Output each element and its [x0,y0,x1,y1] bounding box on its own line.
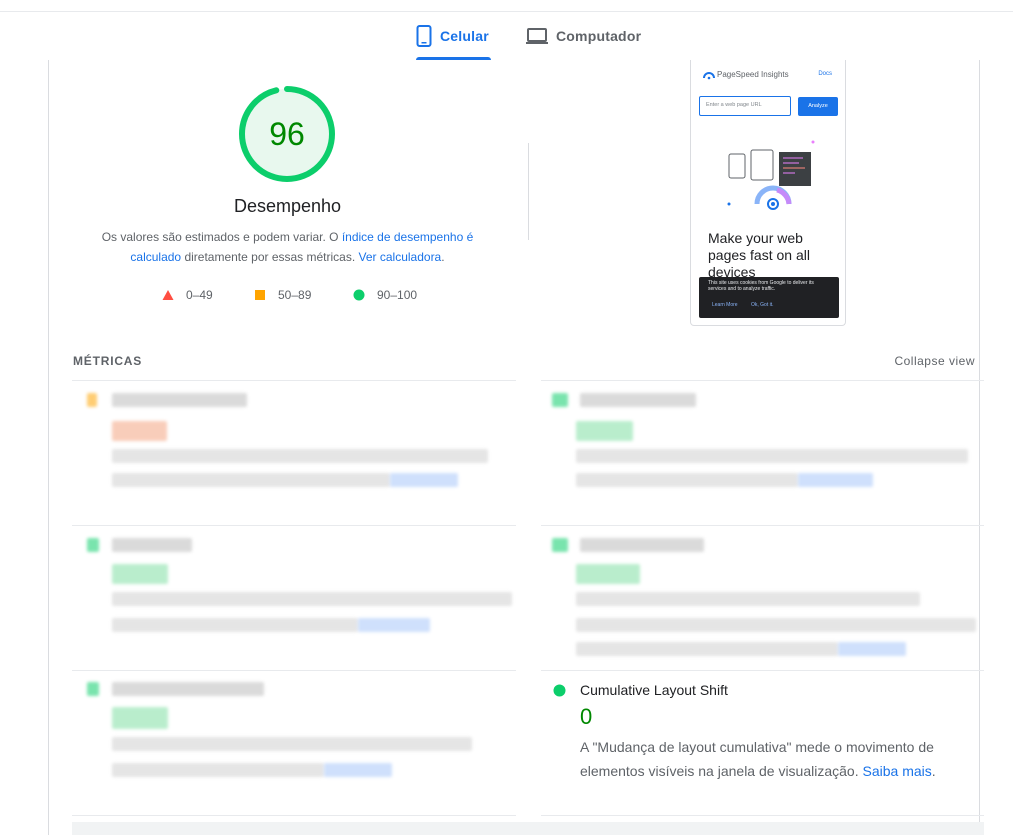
performance-title: Desempenho [233,196,342,216]
tab-mobile-label: Celular [440,28,489,44]
redacted-metric-link [358,618,430,632]
redacted-metric-1 [72,381,512,521]
redacted-metric-text [112,449,488,463]
redacted-metric-icon [87,393,97,407]
redacted-metric-value [112,421,167,441]
redacted-metric-value [576,564,640,584]
pass-circle-icon [353,289,365,301]
speed-illustration [727,140,815,210]
redacted-metric-title [112,538,192,552]
tab-desktop-label: Computador [556,28,642,44]
redacted-metric-link [798,473,873,487]
legend-fail: 0–49 [162,286,213,304]
cls-description-period: . [931,763,936,779]
redacted-metric-text [112,763,324,777]
screenshot-docs: Docs [818,71,832,77]
cookie-ok: Ok, Got it. [751,302,774,308]
redacted-metric-icon [552,538,568,552]
average-square-icon [255,290,265,300]
redacted-metric-title [112,393,247,407]
pagespeed-logo-icon [703,72,715,80]
legend-pass: 90–100 [353,286,417,304]
redacted-metric-2 [541,381,981,521]
redacted-metric-text [112,473,390,487]
redacted-metric-icon [87,682,99,696]
cls-description: A "Mudança de layout cumulativa" mede o … [580,735,980,783]
redacted-metric-text [112,737,472,751]
redacted-metric-link [838,642,906,656]
fail-triangle-icon [162,290,174,300]
desktop-icon [526,28,548,44]
screenshot-brand: PageSpeed Insights [717,70,789,79]
metrics-divider [72,815,516,816]
metrics-divider [541,815,984,816]
calculator-link[interactable]: Ver calculadora [359,250,442,264]
tab-desktop[interactable]: Computador [526,12,646,60]
redacted-metric-title [112,682,264,696]
final-screenshot: PageSpeed Insights Docs Enter a web page… [690,60,846,326]
redacted-metric-3 [72,526,512,666]
metrics-divider [541,670,984,671]
redacted-metric-text [576,642,838,656]
device-tabs: Celular Computador [0,12,1013,60]
legend-average-label: 50–89 [278,288,312,302]
redacted-metric-title [580,393,696,407]
redacted-metric-text [576,592,920,606]
screenshot-analyze-button: Analyze [798,97,838,116]
redacted-metric-text [576,473,798,487]
cls-learn-more-link[interactable]: Saiba mais [863,763,932,779]
redacted-metric-value [112,564,168,584]
collapse-view-toggle[interactable]: Collapse view [894,354,975,368]
redacted-metric-5 [72,671,512,811]
performance-description: Os valores são estimados e podem variar.… [95,227,480,267]
redacted-metric-title [580,538,704,552]
redacted-metric-value [112,707,168,729]
cookie-learn-more: Learn More [712,302,738,308]
legend-average: 50–89 [254,286,311,304]
redacted-metric-link [390,473,458,487]
legend-pass-label: 90–100 [377,288,418,302]
cls-pass-icon [553,684,566,697]
vertical-divider [528,143,529,240]
redacted-metric-value [576,421,633,441]
redacted-metric-text [112,618,358,632]
description-text-1: Os valores são estimados e podem variar.… [101,230,342,244]
legend-fail-label: 0–49 [186,288,213,302]
screenshot-cookie-banner: This site uses cookies from Google to de… [699,277,839,318]
cls-title: Cumulative Layout Shift [580,682,728,698]
cookie-text: This site uses cookies from Google to de… [708,280,814,292]
redacted-metric-text [112,592,512,606]
screenshot-url-input: Enter a web page URL [699,96,791,116]
metrics-section-title: MÉTRICAS [73,354,143,368]
performance-score: 96 [269,115,305,152]
redacted-metric-icon [552,393,568,407]
redacted-metric-text [576,449,968,463]
screenshot-headline: Make your web pages fast on all devices [708,230,810,280]
redacted-metric-4 [541,526,981,666]
smartphone-icon [416,25,432,47]
redacted-metric-text [576,618,976,632]
description-text-3: . [441,250,445,264]
cls-value: 0 [580,704,593,729]
bottom-section-edge [72,822,984,835]
redacted-metric-link [324,763,392,777]
tab-mobile[interactable]: Celular [416,12,491,60]
description-text-2: diretamente por essas métricas. [181,250,359,264]
redacted-metric-icon [87,538,99,552]
